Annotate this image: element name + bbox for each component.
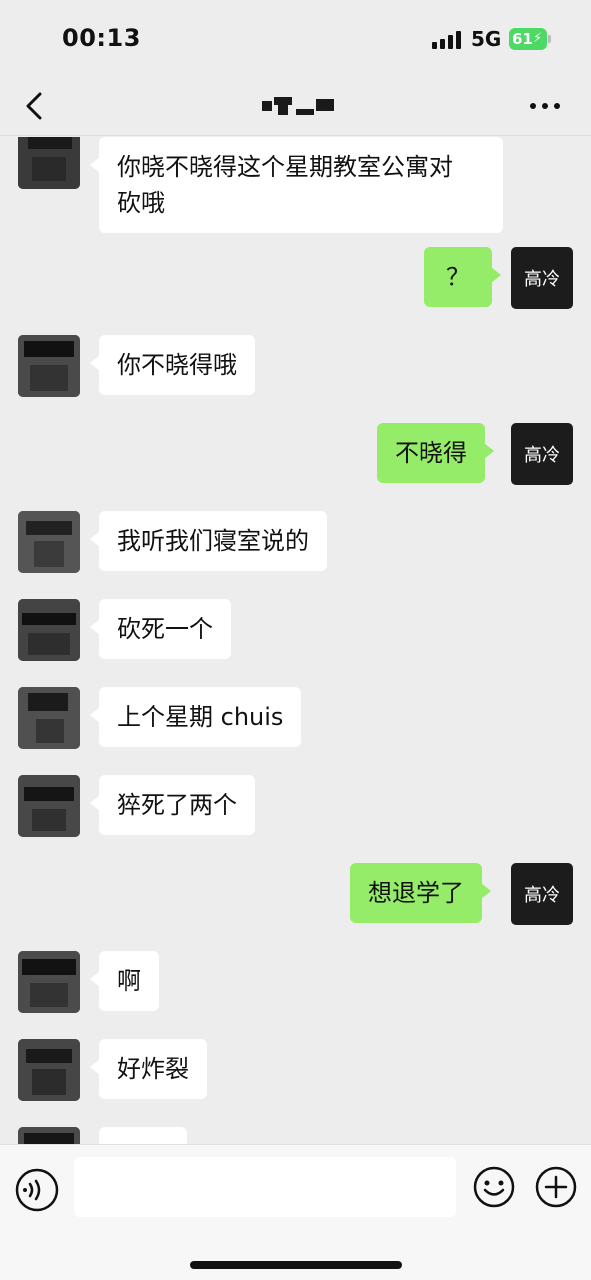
more-dots-icon	[530, 103, 536, 109]
message-bubble-incoming[interactable]: 啊	[90, 951, 159, 1011]
more-actions-button[interactable]	[534, 1165, 578, 1209]
signal-icon	[432, 31, 464, 49]
message-bubble-outgoing[interactable]: ？	[424, 247, 501, 307]
charging-icon: ⚡	[533, 31, 543, 46]
network-label: 5G	[471, 27, 502, 51]
message-input[interactable]	[74, 1157, 456, 1217]
battery-icon: 61 ⚡	[509, 28, 551, 50]
message-bubble-outgoing[interactable]: 想退学了	[350, 863, 491, 923]
message-bubble-incoming[interactable]: 你不晓得哦	[90, 335, 255, 395]
emoji-icon	[473, 1166, 515, 1208]
message-bubble-incoming[interactable]: 你晓不晓得这个星期教室公寓对 砍哦	[90, 137, 503, 233]
contact-avatar[interactable]	[18, 951, 80, 1013]
home-indicator[interactable]	[190, 1261, 402, 1269]
chevron-left-icon	[26, 92, 42, 120]
my-avatar[interactable]: 高冷	[511, 863, 573, 925]
message-bubble-outgoing[interactable]: 不晓得	[377, 423, 494, 483]
chat-area[interactable]: 你晓不晓得这个星期教室公寓对 砍哦 ？ 高冷 你不晓得哦 不晓得 高冷 我听我们…	[0, 137, 591, 1144]
message-bubble-incoming[interactable]: 砍死一个	[90, 599, 231, 659]
contact-avatar[interactable]	[18, 1127, 80, 1144]
plus-icon	[535, 1166, 577, 1208]
emoji-button[interactable]	[472, 1165, 516, 1209]
battery-level: 61	[512, 30, 533, 48]
my-avatar[interactable]: 高冷	[511, 247, 573, 309]
contact-avatar[interactable]	[18, 1039, 80, 1101]
input-bar	[0, 1144, 591, 1280]
status-bar: 00:13 5G 61 ⚡	[0, 0, 591, 78]
voice-button[interactable]	[14, 1167, 60, 1213]
nav-bar	[0, 78, 591, 136]
contact-avatar[interactable]	[18, 511, 80, 573]
contact-avatar[interactable]	[18, 599, 80, 661]
voice-icon	[15, 1168, 59, 1212]
contact-avatar[interactable]	[18, 775, 80, 837]
message-bubble-incoming[interactable]: 好炸裂	[90, 1039, 207, 1099]
contact-avatar[interactable]	[18, 687, 80, 749]
message-bubble-incoming[interactable]: 猝死了两个	[90, 775, 255, 835]
contact-avatar[interactable]	[18, 137, 80, 189]
back-button[interactable]	[18, 88, 54, 124]
more-button[interactable]	[530, 98, 566, 114]
message-bubble-incoming[interactable]	[99, 1127, 187, 1144]
contact-avatar[interactable]	[18, 335, 80, 397]
message-bubble-incoming[interactable]: 我听我们寝室说的	[90, 511, 327, 571]
my-avatar[interactable]: 高冷	[511, 423, 573, 485]
chat-title-redacted	[262, 97, 334, 115]
message-bubble-incoming[interactable]: 上个星期 chuis	[89, 687, 302, 747]
status-time: 00:13	[62, 24, 141, 52]
